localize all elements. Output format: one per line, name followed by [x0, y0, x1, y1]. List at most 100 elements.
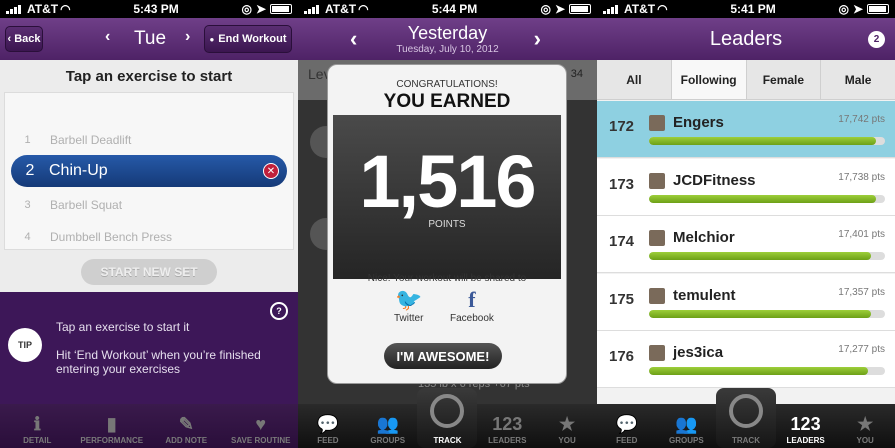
exercise-number: 1: [24, 134, 31, 146]
status-time: 5:44 PM: [431, 2, 478, 16]
avatar: [649, 115, 665, 131]
progress-bar: [649, 309, 885, 318]
group-icon: 👥: [675, 414, 698, 434]
nav-bar: ‹ Yesterday Tuesday, July 10, 2012 ›: [298, 18, 597, 60]
leader-row[interactable]: 175 temulent 17,357 pts: [597, 273, 895, 331]
leader-rank: 172: [609, 118, 635, 135]
progress-bar: [649, 252, 885, 260]
tip-panel: ? TIP Tap an exercise to start it Hit ‘E…: [0, 292, 298, 404]
tab-feed[interactable]: 💬 FEED: [298, 404, 358, 448]
location-icon: ➤: [255, 2, 266, 16]
progress-fill: [649, 194, 876, 203]
speech-bubble-icon: 💬: [615, 414, 638, 434]
tab-you[interactable]: ★ YOU: [835, 404, 895, 448]
points-box: 1,516 POINTS: [333, 115, 561, 279]
leader-row[interactable]: 172 Engers 17,742 pts: [597, 101, 895, 158]
tab-label: GROUPS: [370, 436, 406, 445]
filter-male[interactable]: Male: [821, 60, 895, 99]
twitter-label: Twitter: [394, 313, 424, 324]
tab-label: FEED: [616, 436, 638, 445]
next-day-arrow[interactable]: ›: [185, 28, 190, 46]
tab-leaders[interactable]: 123 LEADERS: [477, 404, 537, 448]
back-button[interactable]: ‹ Back: [5, 26, 43, 52]
tab-detail[interactable]: ℹ DETAIL: [0, 404, 75, 448]
exercise-item[interactable]: 1 Barbell Deadlift: [5, 125, 293, 155]
leaders-icon: 123: [492, 414, 523, 434]
battery-icon: [867, 4, 889, 14]
exercise-name: Dumbbell Bench Press: [50, 230, 173, 244]
twitter-share[interactable]: 🐦 Twitter: [394, 287, 423, 324]
wifi-icon: ◠: [60, 2, 71, 16]
leader-row[interactable]: 173 JCDFitness 17,738 pts: [597, 158, 895, 216]
tab-feed[interactable]: 💬 FEED: [597, 404, 657, 448]
next-day-arrow[interactable]: ›: [534, 26, 541, 52]
exercise-name: Chin-Up: [49, 162, 108, 179]
leader-row[interactable]: 176 jes3ica 17,277 pts: [597, 331, 895, 388]
tab-groups[interactable]: 👥 GROUPS: [657, 404, 717, 448]
tab-performance[interactable]: ▮ PERFORMANCE: [75, 404, 150, 448]
you-earned-title: YOU EARNED: [383, 91, 511, 112]
exercise-number: 2: [25, 162, 35, 179]
im-awesome-button[interactable]: I'M AWESOME!: [384, 343, 502, 369]
filter-following[interactable]: Following: [671, 60, 747, 99]
tab-track[interactable]: TRACK: [715, 388, 776, 448]
tab-groups[interactable]: 👥 GROUPS: [358, 404, 418, 448]
points-label: POINTS: [428, 219, 466, 230]
progress-bar: [649, 137, 885, 145]
tab-label: SAVE ROUTINE: [231, 436, 291, 445]
remove-exercise-button[interactable]: ✕: [263, 163, 279, 179]
filter-tabs: All Following Female Male: [597, 60, 895, 100]
help-icon[interactable]: ?: [270, 302, 288, 320]
bg-level-num: 34: [570, 68, 583, 80]
leader-name: jes3ica: [673, 344, 724, 361]
record-dot-icon: ●: [209, 34, 215, 44]
leader-name: temulent: [673, 286, 736, 304]
tab-you[interactable]: ★ YOU: [537, 404, 597, 448]
chevron-left-icon: ‹: [7, 33, 12, 45]
filter-female[interactable]: Female: [747, 60, 822, 99]
carrier-label: AT&T: [624, 2, 656, 16]
star-icon: ★: [857, 414, 874, 434]
filter-all[interactable]: All: [597, 60, 672, 99]
nav-date: Tuesday, July 10, 2012: [396, 44, 499, 55]
tab-save-routine[interactable]: ♥ SAVE ROUTINE: [224, 404, 299, 448]
start-new-set-button[interactable]: START NEW SET: [81, 259, 217, 285]
wifi-icon: ◠: [657, 2, 668, 16]
workout-screen: AT&T ◠ 5:43 PM ◎ ➤ ‹ Back ‹ Tue › ● End …: [0, 0, 298, 448]
star-icon: ★: [559, 414, 576, 434]
facebook-share[interactable]: f Facebook: [450, 287, 494, 324]
tab-label: YOU: [558, 436, 576, 445]
notification-badge[interactable]: 2: [868, 31, 885, 48]
prev-day-arrow[interactable]: ‹: [350, 26, 357, 52]
tab-track[interactable]: TRACK: [417, 388, 478, 448]
exercise-item-selected[interactable]: 2 Chin-Up ✕: [11, 155, 287, 187]
prev-day-arrow[interactable]: ‹: [105, 28, 110, 46]
exercise-name: Barbell Deadlift: [50, 133, 132, 147]
tab-label: DETAIL: [23, 436, 52, 445]
exercise-item[interactable]: 4 Dumbbell Bench Press: [5, 222, 293, 252]
leaders-icon: 123: [790, 414, 821, 434]
avatar: [649, 287, 665, 304]
leader-row[interactable]: 174 Melchior 17,401 pts: [597, 216, 895, 273]
tab-label: FEED: [317, 436, 339, 445]
lock-icon: ◎: [838, 2, 849, 16]
group-icon: 👥: [376, 414, 399, 434]
tab-bar: 💬 FEED 👥 GROUPS TRACK 123 LEADERS ★ YOU: [597, 388, 895, 448]
end-workout-button[interactable]: ● End Workout: [204, 25, 292, 53]
tab-add-note[interactable]: ✎ ADD NOTE: [149, 404, 224, 448]
leader-name: JCDFitness: [673, 171, 756, 189]
tab-bar: ℹ DETAIL ▮ PERFORMANCE ✎ ADD NOTE ♥ SAVE ROU…: [0, 404, 298, 448]
tab-leaders[interactable]: 123 LEADERS: [776, 404, 836, 448]
leader-points: 17,401 pts: [838, 229, 885, 240]
points-value: 1,516: [359, 140, 536, 223]
signal-icon: [603, 4, 618, 14]
leader-rank: 174: [609, 233, 635, 250]
congrats-label: CONGRATULATIONS!: [396, 79, 498, 90]
leader-name: Melchior: [673, 229, 735, 246]
exercise-list: 1 Barbell Deadlift 2 Chin-Up ✕ 3 Barbell…: [4, 92, 294, 250]
tab-label: YOU: [856, 436, 874, 445]
tab-label: TRACK: [433, 436, 462, 445]
location-icon: ➤: [554, 2, 565, 16]
nav-title: Yesterday: [407, 23, 488, 43]
exercise-item[interactable]: 3 Barbell Squat: [5, 190, 293, 220]
